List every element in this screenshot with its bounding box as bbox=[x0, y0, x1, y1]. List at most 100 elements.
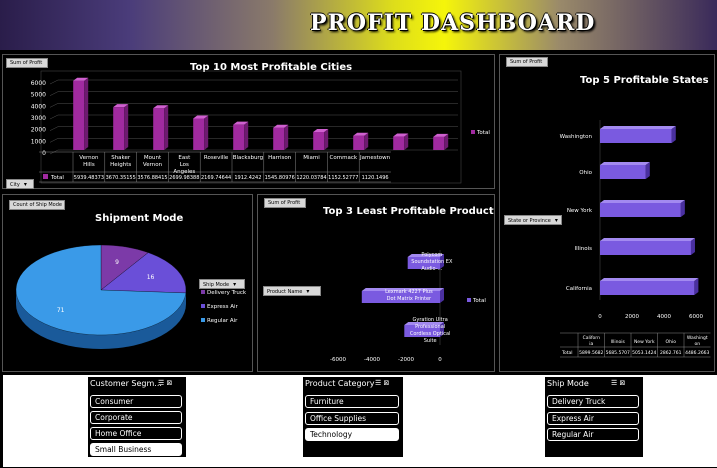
x-tick-label: -4000 bbox=[364, 357, 380, 363]
x-tick-label: -6000 bbox=[330, 357, 346, 363]
y-tick-label: Washington bbox=[560, 134, 593, 140]
x-tick-label: Heights bbox=[110, 162, 131, 168]
bar bbox=[600, 281, 695, 295]
shipment-field-button[interactable]: Ship Mode ▾ bbox=[199, 279, 245, 289]
table-header: Ohio bbox=[666, 339, 677, 345]
bar-top bbox=[600, 126, 676, 129]
legend-label: Regular Air bbox=[207, 318, 238, 324]
states-chart: Washington Ohio New York Illinois California… bbox=[560, 120, 711, 358]
bar bbox=[600, 241, 691, 255]
table-value: 1120.1496 bbox=[362, 175, 389, 181]
multiselect-icon[interactable]: ☰ bbox=[375, 379, 381, 387]
legend-label: Delivery Truck bbox=[207, 290, 247, 296]
y-tick-label: Gyration Ultra bbox=[413, 317, 448, 323]
slicer-item[interactable]: Regular Air bbox=[547, 428, 639, 441]
bar bbox=[600, 165, 646, 179]
table-header: ia bbox=[589, 341, 593, 347]
y-tick-label: California bbox=[566, 286, 592, 292]
x-tick-label: Commack bbox=[330, 155, 358, 161]
slicer-item[interactable]: Furniture bbox=[305, 395, 399, 408]
dropdown-arrow-icon: ▾ bbox=[23, 181, 27, 188]
table-value: 5685.5707 bbox=[606, 350, 630, 356]
pie-data-label: 9 bbox=[115, 259, 119, 266]
y-tick-label: 5000 bbox=[31, 92, 46, 99]
slicer-item[interactable]: Technology bbox=[305, 428, 399, 441]
bar-side bbox=[164, 105, 169, 150]
x-tick-label: Vernon bbox=[143, 162, 163, 168]
bar bbox=[193, 118, 205, 150]
slicer-item[interactable]: Home Office bbox=[90, 427, 182, 440]
y-tick-label: Illinois bbox=[575, 246, 593, 252]
y-tick-label: Soundstation EX bbox=[411, 259, 453, 265]
slicer-item[interactable]: Express Air bbox=[547, 412, 639, 425]
table-value: 2699.98388 bbox=[169, 175, 199, 181]
dashboard-banner: PROFIT DASHBOARD bbox=[0, 0, 717, 50]
y-tick-label: 6000 bbox=[31, 80, 46, 87]
bar bbox=[433, 136, 445, 150]
shipment-field-label: Ship Mode bbox=[203, 282, 230, 288]
y-tick-label: Ohio bbox=[579, 170, 592, 176]
y-tick-label: Polycom bbox=[421, 252, 442, 258]
pie-data-label: 71 bbox=[57, 307, 65, 314]
dropdown-arrow-icon: ▾ bbox=[306, 288, 310, 295]
table-value: 3670.35155 bbox=[106, 175, 136, 181]
bar-top bbox=[600, 238, 695, 241]
table-header: Illinois bbox=[611, 339, 626, 345]
x-tick-label: Miami bbox=[303, 155, 320, 161]
slicer-ship-mode: Ship Mode ☰ ⊠ Delivery Truck Express Air… bbox=[545, 377, 643, 457]
slicer-item[interactable]: Small Business bbox=[90, 443, 182, 456]
bar-side bbox=[284, 124, 289, 150]
x-tick-label: -2000 bbox=[398, 357, 414, 363]
shipment-panel: Count of Ship Mode Shipment Mode 9 16 71 De… bbox=[2, 194, 253, 372]
x-tick-label: Hills bbox=[83, 162, 95, 168]
clear-filter-icon[interactable]: ⊠ bbox=[167, 379, 173, 387]
gridline-depth bbox=[49, 126, 59, 131]
legend-label: Total bbox=[472, 298, 486, 304]
bar bbox=[353, 135, 365, 150]
x-tick-label: 2000 bbox=[625, 314, 639, 320]
y-tick-label: Professional bbox=[415, 324, 445, 330]
slicer-item[interactable]: Office Supplies bbox=[305, 412, 399, 425]
table-header: New York bbox=[634, 339, 655, 345]
least-field-button[interactable]: Product Name ▾ bbox=[263, 286, 321, 296]
table-header: on bbox=[694, 342, 700, 347]
clear-filter-icon[interactable]: ⊠ bbox=[620, 379, 626, 387]
bar bbox=[73, 80, 85, 150]
table-header: Washingt bbox=[687, 335, 708, 341]
x-tick-label: Harrison bbox=[268, 155, 292, 161]
slicer-item[interactable]: Corporate bbox=[90, 411, 182, 424]
y-tick-label: 0 bbox=[42, 150, 46, 157]
least-panel: Sum of Profit Top 3 Least Profitable Pro… bbox=[257, 194, 495, 372]
states-field-button[interactable]: State or Province ▾ bbox=[504, 215, 562, 225]
table-header: Californ bbox=[583, 335, 601, 341]
cities-field-label: City bbox=[10, 182, 20, 188]
slicer-header: Product Category bbox=[305, 379, 375, 388]
table-value: 2169.74644 bbox=[201, 175, 231, 181]
legend-swatch bbox=[467, 298, 471, 302]
slicer-item[interactable]: Consumer bbox=[90, 395, 182, 408]
bar bbox=[113, 107, 125, 150]
x-tick-label: Shaker bbox=[111, 155, 131, 161]
slicer-customer-segment: Customer Segm... ☰ ⊠ Consumer Corporate … bbox=[88, 377, 186, 457]
clear-filter-icon[interactable]: ⊠ bbox=[384, 379, 390, 387]
multiselect-icon[interactable]: ☰ bbox=[158, 379, 164, 387]
dashboard-title: PROFIT DASHBOARD bbox=[310, 10, 596, 36]
y-tick-label: Cordless Optical bbox=[410, 331, 451, 337]
states-panel: Sum of Profit Top 5 Profitable States Wa… bbox=[499, 54, 715, 372]
bar-side bbox=[324, 128, 329, 150]
x-tick-label: 0 bbox=[438, 357, 442, 363]
bar bbox=[153, 108, 165, 150]
cities-field-button[interactable]: City ▾ bbox=[6, 179, 34, 189]
bar bbox=[600, 129, 672, 143]
least-field-label: Product Name bbox=[267, 289, 303, 295]
least-chart: PolycomSoundstation EXAudio-... Lexmark 4… bbox=[330, 250, 486, 363]
plot-area bbox=[40, 70, 462, 184]
multiselect-icon[interactable]: ☰ bbox=[611, 379, 617, 387]
table-row-label: Total bbox=[561, 350, 573, 356]
slicer-item[interactable]: Delivery Truck bbox=[547, 395, 639, 408]
dropdown-arrow-icon: ▾ bbox=[233, 281, 237, 288]
legend-swatch bbox=[201, 290, 205, 294]
table-value: 5899.5682 bbox=[579, 350, 603, 356]
table-value: 1912.4242 bbox=[234, 175, 261, 181]
table-value: 5939.48373 bbox=[74, 175, 104, 181]
